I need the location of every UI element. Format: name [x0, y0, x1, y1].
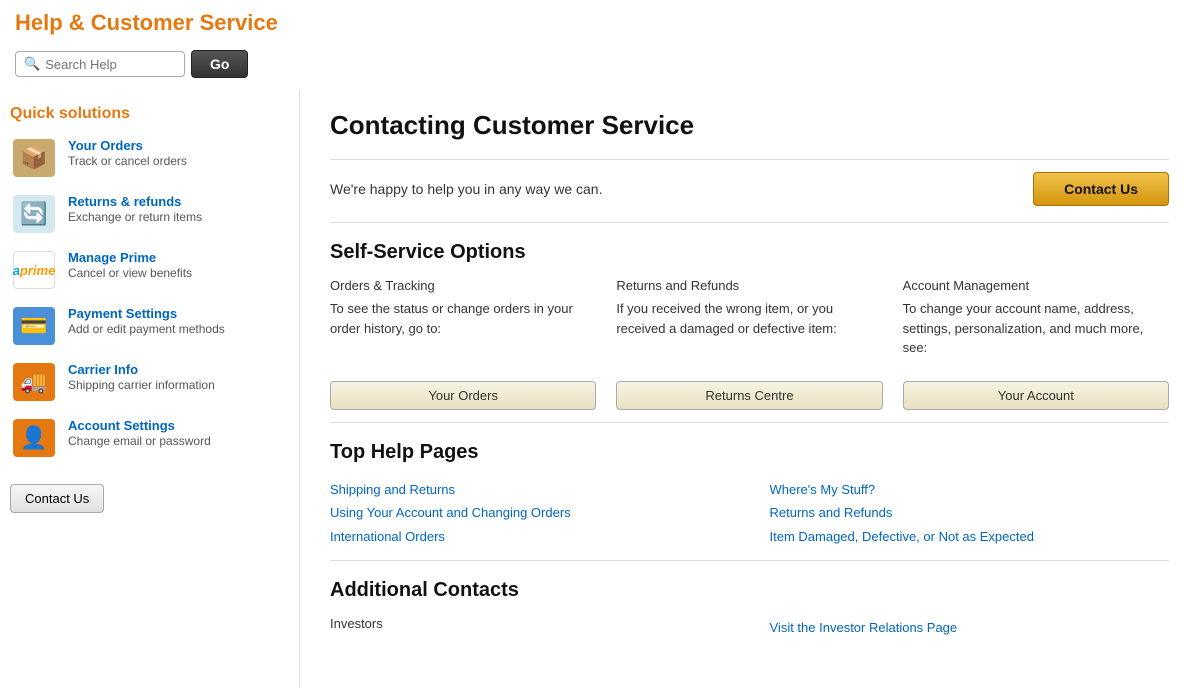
- your-account-button[interactable]: Your Account: [903, 381, 1169, 410]
- investor-relations-link[interactable]: Visit the Investor Relations Page: [770, 616, 1170, 639]
- page-wrapper: Help & Customer Service 🔍 Go Quick solut…: [0, 0, 1199, 688]
- sidebar-item-carrier[interactable]: 🚚 Carrier Info Shipping carrier informat…: [10, 362, 289, 402]
- search-bar: 🔍 Go: [0, 42, 1199, 90]
- sidebar-contact-button[interactable]: Contact Us: [10, 484, 104, 513]
- main-title: Contacting Customer Service: [330, 110, 1169, 141]
- additional-contacts-grid: Investors Visit the Investor Relations P…: [330, 616, 1169, 639]
- sidebar-orders-desc: Track or cancel orders: [68, 153, 289, 170]
- sidebar-carrier-label[interactable]: Carrier Info: [68, 362, 289, 377]
- help-link-wheres-stuff[interactable]: Where's My Stuff?: [770, 482, 876, 497]
- sidebar-item-orders[interactable]: 📦 Your Orders Track or cancel orders: [10, 138, 289, 178]
- sidebar-returns-label[interactable]: Returns & refunds: [68, 194, 289, 209]
- col-2-title: Account Management: [903, 278, 1169, 293]
- sidebar-returns-desc: Exchange or return items: [68, 209, 289, 226]
- carrier-icon: 🚚: [10, 362, 58, 402]
- divider-2: [330, 222, 1169, 223]
- sidebar-account-label[interactable]: Account Settings: [68, 418, 289, 433]
- additional-contacts-title: Additional Contacts: [330, 579, 1169, 602]
- go-button[interactable]: Go: [191, 50, 248, 78]
- divider-4: [330, 560, 1169, 561]
- page-title: Help & Customer Service: [0, 0, 1199, 42]
- sidebar-item-returns[interactable]: 🔄 Returns & refunds Exchange or return i…: [10, 194, 289, 234]
- intro-text: We're happy to help you in any way we ca…: [330, 181, 602, 197]
- help-link-international[interactable]: International Orders: [330, 529, 445, 544]
- self-service-col-1: Returns and Refunds If you received the …: [616, 278, 882, 410]
- help-link-account-orders[interactable]: Using Your Account and Changing Orders: [330, 505, 571, 520]
- sidebar-item-payment[interactable]: 💳 Payment Settings Add or edit payment m…: [10, 306, 289, 346]
- sidebar-item-prime[interactable]: aprime Manage Prime Cancel or view benef…: [10, 250, 289, 290]
- your-orders-button[interactable]: Your Orders: [330, 381, 596, 410]
- sidebar-item-account[interactable]: 👤 Account Settings Change email or passw…: [10, 418, 289, 458]
- col-2-desc: To change your account name, address, se…: [903, 299, 1169, 369]
- contact-us-button[interactable]: Contact Us: [1033, 172, 1169, 206]
- search-input[interactable]: [45, 57, 165, 72]
- investors-label: Investors: [330, 616, 730, 639]
- content-area: Quick solutions 📦 Your Orders Track or c…: [0, 90, 1199, 688]
- sidebar-prime-desc: Cancel or view benefits: [68, 265, 289, 282]
- self-service-title: Self-Service Options: [330, 241, 1169, 264]
- col-0-desc: To see the status or change orders in yo…: [330, 299, 596, 369]
- sidebar-title: Quick solutions: [10, 105, 289, 123]
- sidebar-account-desc: Change email or password: [68, 433, 289, 450]
- sidebar-payment-desc: Add or edit payment methods: [68, 321, 289, 338]
- help-link-returns-refunds[interactable]: Returns and Refunds: [770, 505, 893, 520]
- self-service-col-0: Orders & Tracking To see the status or c…: [330, 278, 596, 410]
- divider-1: [330, 159, 1169, 160]
- search-icon: 🔍: [24, 56, 40, 72]
- orders-icon: 📦: [10, 138, 58, 178]
- intro-row: We're happy to help you in any way we ca…: [330, 172, 1169, 206]
- top-help-title: Top Help Pages: [330, 441, 1169, 464]
- help-link-shipping[interactable]: Shipping and Returns: [330, 482, 455, 497]
- top-help-right-col: Where's My Stuff? Returns and Refunds It…: [770, 478, 1170, 548]
- divider-3: [330, 422, 1169, 423]
- main-content: Contacting Customer Service We're happy …: [300, 90, 1199, 688]
- col-0-title: Orders & Tracking: [330, 278, 596, 293]
- sidebar-orders-label[interactable]: Your Orders: [68, 138, 289, 153]
- returns-centre-button[interactable]: Returns Centre: [616, 381, 882, 410]
- prime-icon: aprime: [10, 250, 58, 290]
- self-service-col-2: Account Management To change your accoun…: [903, 278, 1169, 410]
- search-input-wrapper: 🔍: [15, 51, 185, 77]
- top-help-links: Shipping and Returns Using Your Account …: [330, 478, 1169, 548]
- help-link-damaged[interactable]: Item Damaged, Defective, or Not as Expec…: [770, 529, 1034, 544]
- top-help-left-col: Shipping and Returns Using Your Account …: [330, 478, 730, 548]
- payment-icon: 💳: [10, 306, 58, 346]
- sidebar-carrier-desc: Shipping carrier information: [68, 377, 289, 394]
- sidebar-prime-label[interactable]: Manage Prime: [68, 250, 289, 265]
- sidebar: Quick solutions 📦 Your Orders Track or c…: [0, 90, 300, 688]
- account-icon: 👤: [10, 418, 58, 458]
- col-1-desc: If you received the wrong item, or you r…: [616, 299, 882, 369]
- returns-icon: 🔄: [10, 194, 58, 234]
- self-service-grid: Orders & Tracking To see the status or c…: [330, 278, 1169, 410]
- sidebar-payment-label[interactable]: Payment Settings: [68, 306, 289, 321]
- col-1-title: Returns and Refunds: [616, 278, 882, 293]
